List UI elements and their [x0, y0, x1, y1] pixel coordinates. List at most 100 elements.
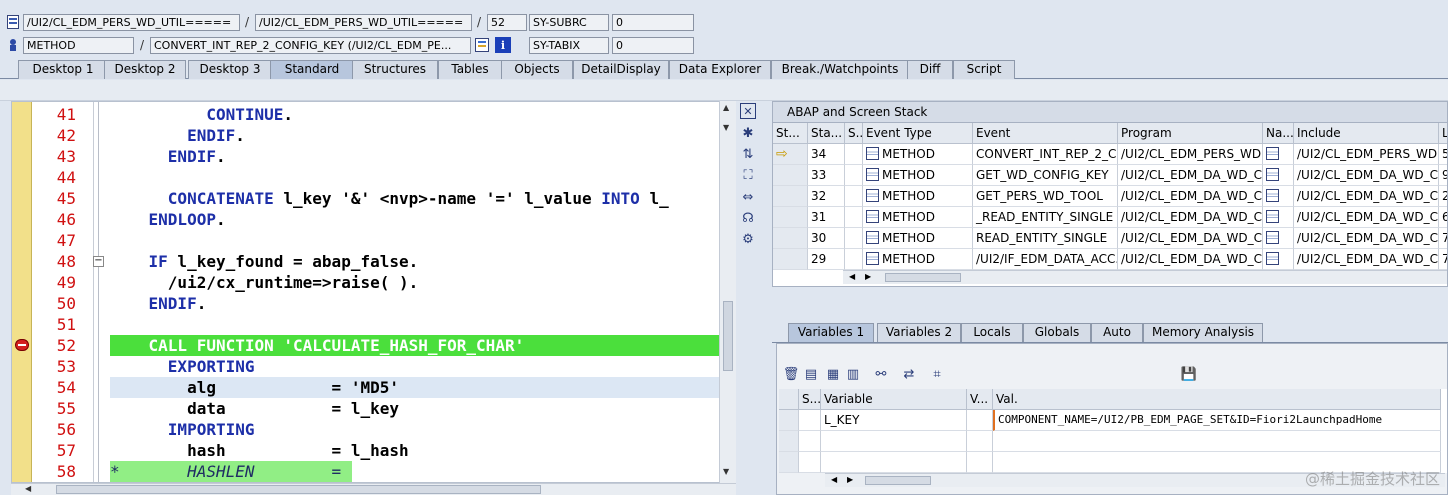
stack-cell[interactable]: METHOD: [863, 228, 973, 249]
variables-cell[interactable]: [799, 410, 821, 431]
navigate-doc-icon[interactable]: [1266, 210, 1279, 223]
code-line[interactable]: 52 CALL FUNCTION 'CALCULATE_HASH_FOR_CHA…: [12, 335, 720, 356]
stack-cell[interactable]: GET_WD_CONFIG_KEY: [973, 165, 1118, 186]
stack-cell[interactable]: /UI2/CL_EDM_DA_WD_C...: [1294, 249, 1439, 270]
stack-column-header[interactable]: Na...: [1263, 123, 1294, 144]
variables-cell[interactable]: [799, 431, 821, 452]
stack-column-header[interactable]: L: [1439, 123, 1447, 144]
code-line[interactable]: 58 * HASHLEN =: [12, 461, 720, 482]
delete-icon[interactable]: 🗑: [783, 366, 800, 382]
stack-cell[interactable]: [845, 228, 863, 249]
stack-cell[interactable]: READ_ENTITY_SINGLE: [973, 228, 1118, 249]
stack-cell[interactable]: 6: [1439, 207, 1447, 228]
variables-column-header[interactable]: [779, 389, 799, 410]
sysfield-name-1[interactable]: SY-SUBRC: [529, 14, 609, 31]
stack-cell[interactable]: GET_PERS_WD_TOOL: [973, 186, 1118, 207]
tab-diff[interactable]: Diff: [907, 60, 953, 79]
scroll-right-arrow[interactable]: ▶: [865, 272, 871, 281]
tab-standard[interactable]: Standard: [270, 60, 354, 79]
hierarchy-icon[interactable]: ⚯: [873, 366, 889, 382]
program-field[interactable]: /UI2/CL_EDM_PERS_WD_UTIL=====: [23, 14, 240, 31]
stack-cell[interactable]: METHOD: [863, 207, 973, 228]
editor-horizontal-scrollbar[interactable]: ◀: [11, 483, 736, 495]
tab-objects[interactable]: Objects: [501, 60, 573, 79]
stack-cell[interactable]: ⇨: [773, 144, 808, 165]
stack-cell[interactable]: CONVERT_INT_REP_2_C...: [973, 144, 1118, 165]
variables-cell[interactable]: [967, 410, 993, 431]
line-field[interactable]: 52: [487, 14, 527, 31]
sysfield-value-1[interactable]: 0: [612, 14, 694, 31]
stack-cell[interactable]: /UI2/CL_EDM_DA_WD_C...: [1118, 249, 1263, 270]
stack-cell[interactable]: [773, 186, 808, 207]
maximize-icon[interactable]: ⛶: [740, 167, 756, 183]
stack-column-header[interactable]: Program: [1118, 123, 1263, 144]
fold-toggle-icon[interactable]: −: [93, 256, 104, 267]
stack-cell[interactable]: /UI2/CL_EDM_DA_WD_C...: [1118, 207, 1263, 228]
stack-cell[interactable]: 29: [808, 249, 845, 270]
variables-cell[interactable]: [779, 452, 799, 473]
tab-detaildisplay[interactable]: DetailDisplay: [573, 60, 669, 79]
code-line[interactable]: 48 IF l_key_found = abap_false.: [12, 251, 720, 272]
variables-column-header[interactable]: Variable: [821, 389, 967, 410]
variables-cell[interactable]: [967, 431, 993, 452]
stack-cell[interactable]: 30: [808, 228, 845, 249]
variables-column-header[interactable]: V...: [967, 389, 993, 410]
variables-column-header[interactable]: Val.: [993, 389, 1441, 410]
stack-cell[interactable]: [1263, 186, 1294, 207]
code-line[interactable]: 43 ENDIF.: [12, 146, 720, 167]
code-line[interactable]: 41 CONTINUE.: [12, 104, 720, 125]
stack-cell[interactable]: 7: [1439, 249, 1447, 270]
code-line[interactable]: 46 ENDLOOP.: [12, 209, 720, 230]
scroll-thumb[interactable]: [723, 301, 733, 371]
stack-cell[interactable]: [845, 249, 863, 270]
scroll-thumb[interactable]: [865, 476, 931, 485]
stack-cell[interactable]: 5: [1439, 144, 1447, 165]
tab-structures[interactable]: Structures: [352, 60, 438, 79]
stack-cell[interactable]: /UI2/IF_EDM_DATA_ACC...: [973, 249, 1118, 270]
scroll-thumb[interactable]: [885, 273, 961, 282]
stack-cell[interactable]: 34: [808, 144, 845, 165]
new-tool-icon[interactable]: ✱: [740, 125, 756, 141]
table-icon[interactable]: ▤: [803, 366, 819, 382]
tab-auto[interactable]: Auto: [1091, 323, 1143, 342]
stack-cell[interactable]: /UI2/CL_EDM_PERS_WD...: [1118, 144, 1263, 165]
scroll-down-arrow-bottom[interactable]: ▼: [723, 467, 729, 476]
variables-cell[interactable]: [821, 452, 967, 473]
stack-cell[interactable]: [845, 186, 863, 207]
tab-desktop-3[interactable]: Desktop 3: [188, 60, 272, 79]
variables-cell[interactable]: [779, 410, 799, 431]
variables-cell[interactable]: [779, 431, 799, 452]
code-line[interactable]: 51: [12, 314, 720, 335]
tab-desktop-1[interactable]: Desktop 1: [18, 60, 108, 79]
stack-cell[interactable]: [1263, 249, 1294, 270]
stack-cell[interactable]: /UI2/CL_EDM_DA_WD_C...: [1294, 207, 1439, 228]
stack-column-header[interactable]: St...: [773, 123, 808, 144]
stack-cell[interactable]: METHOD: [863, 144, 973, 165]
stack-cell[interactable]: /UI2/CL_EDM_PERS_WD...: [1294, 144, 1439, 165]
variables-cell[interactable]: [799, 452, 821, 473]
stack-cell[interactable]: [1263, 228, 1294, 249]
stack-h-scrollbar[interactable]: ◀ ▶: [843, 270, 1447, 284]
stack-cell[interactable]: [773, 228, 808, 249]
editor-vertical-scrollbar[interactable]: ▲ ▼ ▼: [719, 101, 736, 483]
stack-cell[interactable]: [1263, 144, 1294, 165]
code-line[interactable]: 49 /ui2/cx_runtime=>raise( ).: [12, 272, 720, 293]
tab-globals[interactable]: Globals: [1023, 323, 1091, 342]
tab-locals[interactable]: Locals: [961, 323, 1023, 342]
stack-cell[interactable]: [773, 207, 808, 228]
scroll-right-arrow[interactable]: ▶: [847, 475, 853, 484]
info-icon[interactable]: i: [495, 37, 511, 53]
include-field[interactable]: /UI2/CL_EDM_PERS_WD_UTIL=====: [255, 14, 472, 31]
code-line[interactable]: 53 EXPORTING: [12, 356, 720, 377]
variables-table[interactable]: S... Variable V... Val. L_KEY COMPONENT_NAME=…: [779, 389, 1447, 473]
tab-tables[interactable]: Tables: [438, 60, 502, 79]
stack-cell[interactable]: 33: [808, 165, 845, 186]
stack-column-header[interactable]: Event: [973, 123, 1118, 144]
scroll-thumb-h[interactable]: [56, 485, 541, 494]
stack-cell[interactable]: 2: [1439, 186, 1447, 207]
stack-cell[interactable]: [845, 207, 863, 228]
stack-cell[interactable]: /UI2/CL_EDM_DA_WD_C...: [1294, 228, 1439, 249]
code-line[interactable]: 44: [12, 167, 720, 188]
navigate-doc-icon[interactable]: [1266, 168, 1279, 181]
swap-tool-icon[interactable]: ⇅: [740, 146, 756, 162]
